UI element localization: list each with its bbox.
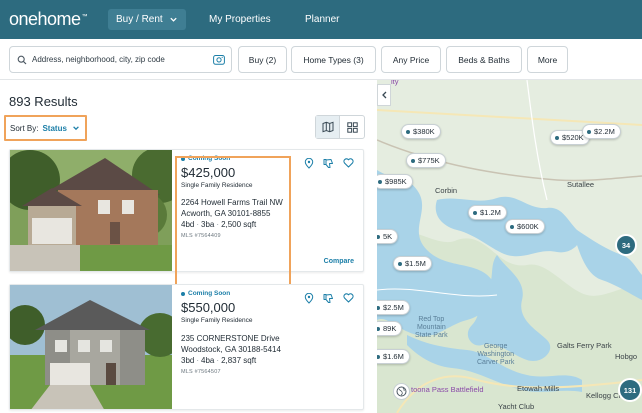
map-icon xyxy=(322,121,333,133)
map-price-pin[interactable]: $1.6M xyxy=(377,349,410,364)
listing-mls: MLS #7564507 xyxy=(181,369,221,375)
listing-info: Coming Soon $550,000 Single Family Resid… xyxy=(181,290,301,375)
search-icon xyxy=(17,55,27,64)
buy-filter-button[interactable]: Buy (2) xyxy=(238,46,287,73)
map-label-corbin: Corbin xyxy=(435,186,458,195)
listing-address-line2[interactable]: Woodstock, GA 30188-5414 xyxy=(181,344,301,355)
map-price-pin[interactable]: $2.5M xyxy=(377,300,410,315)
map-price-pin[interactable]: 89K xyxy=(377,321,403,336)
globe-icon xyxy=(396,386,407,397)
map-price-pin[interactable]: $2.2M xyxy=(582,124,621,139)
map-label-yacht-club: Yacht Club xyxy=(498,402,535,411)
map-label-etowah: Etowah Mills xyxy=(517,384,560,393)
map-label-galts-ferry: Galts Ferry Park xyxy=(557,341,612,350)
nav-buy-rent-label: Buy / Rent xyxy=(116,14,163,25)
map-price-pin[interactable]: $775K xyxy=(406,153,446,168)
price-filter-button[interactable]: Any Price xyxy=(381,46,441,73)
nav-planner[interactable]: Planner xyxy=(305,0,339,39)
map-price-pin[interactable]: $985K xyxy=(377,174,413,189)
map-label-hobgo: Hobgo xyxy=(615,352,638,361)
map-cluster[interactable]: 131 xyxy=(618,378,642,402)
map-price-pin[interactable]: $1.2M xyxy=(468,205,507,220)
more-filter-button[interactable]: More xyxy=(527,46,568,73)
grid-view-button[interactable] xyxy=(340,116,364,138)
camera-icon[interactable] xyxy=(213,54,225,65)
compare-link[interactable]: Compare xyxy=(324,258,354,265)
location-pin-icon[interactable] xyxy=(304,293,314,304)
map-label-red-top: Red Top Mountain State Park xyxy=(415,316,448,339)
map-label-sutallee: Sutallee xyxy=(567,180,595,189)
onehome-logo[interactable]: onehome™ xyxy=(9,9,88,30)
beds-baths-filter-button[interactable]: Beds & Baths xyxy=(446,46,522,73)
map-price-pin[interactable]: 5K xyxy=(377,229,399,244)
listing-type: Single Family Residence xyxy=(181,317,253,324)
listing-photo[interactable] xyxy=(10,150,172,271)
view-toggle xyxy=(315,115,365,139)
map-label-battlefield: toona Pass Battlefield xyxy=(411,385,484,394)
map-label-city: ity xyxy=(391,80,399,86)
map-layers-button[interactable] xyxy=(393,383,410,400)
search-placeholder: Address, neighborhood, city, zip code xyxy=(32,55,165,64)
results-count: 893 Results xyxy=(9,94,78,109)
chevron-down-icon xyxy=(73,126,79,131)
collapse-map-button[interactable] xyxy=(377,84,391,106)
sort-by-dropdown[interactable]: Sort By: Status xyxy=(4,115,87,141)
listing-status: Coming Soon xyxy=(181,290,301,297)
map-view-button[interactable] xyxy=(316,116,341,138)
heart-icon[interactable] xyxy=(343,158,354,168)
nav-my-properties[interactable]: My Properties xyxy=(209,0,271,39)
listing-price: $550,000 xyxy=(181,300,236,315)
nav-buy-rent[interactable]: Buy / Rent xyxy=(108,9,186,30)
map-price-pin[interactable]: $600K xyxy=(505,219,545,234)
map-view[interactable]: ity Corbin Sutallee Red Top Mountain Sta… xyxy=(377,80,642,413)
search-input[interactable]: Address, neighborhood, city, zip code xyxy=(9,46,232,73)
map-price-pin[interactable]: $1.5M xyxy=(393,256,432,271)
map-label-carver-park: George Washington Carver Park xyxy=(477,343,515,366)
chevron-left-icon xyxy=(381,91,386,99)
thumbs-down-icon[interactable] xyxy=(323,158,334,169)
listing-photo[interactable] xyxy=(10,285,172,409)
listing-actions xyxy=(304,158,354,169)
thumbs-down-icon[interactable] xyxy=(323,293,334,304)
listing-address-line1[interactable]: 235 CORNERSTONE Drive xyxy=(181,333,301,344)
location-pin-icon[interactable] xyxy=(304,158,314,169)
heart-icon[interactable] xyxy=(343,293,354,303)
top-nav: onehome™ Buy / Rent My Properties Planne… xyxy=(0,0,642,39)
status-dot-icon xyxy=(181,291,185,296)
map-price-pin[interactable]: $380K xyxy=(401,124,441,139)
listing-actions xyxy=(304,293,354,304)
home-types-filter-button[interactable]: Home Types (3) xyxy=(291,46,376,73)
listing-specs: 3bd · 4ba · 2,837 sqft xyxy=(181,356,257,365)
filter-bar: Address, neighborhood, city, zip code Bu… xyxy=(0,39,642,80)
map-cluster[interactable]: 34 xyxy=(615,234,637,256)
sort-by-value: Status xyxy=(42,123,67,133)
grid-icon xyxy=(346,121,358,133)
sort-by-label: Sort By: xyxy=(10,123,39,133)
chevron-down-icon xyxy=(170,17,177,22)
listing-card[interactable]: Coming Soon $550,000 Single Family Resid… xyxy=(9,284,364,410)
